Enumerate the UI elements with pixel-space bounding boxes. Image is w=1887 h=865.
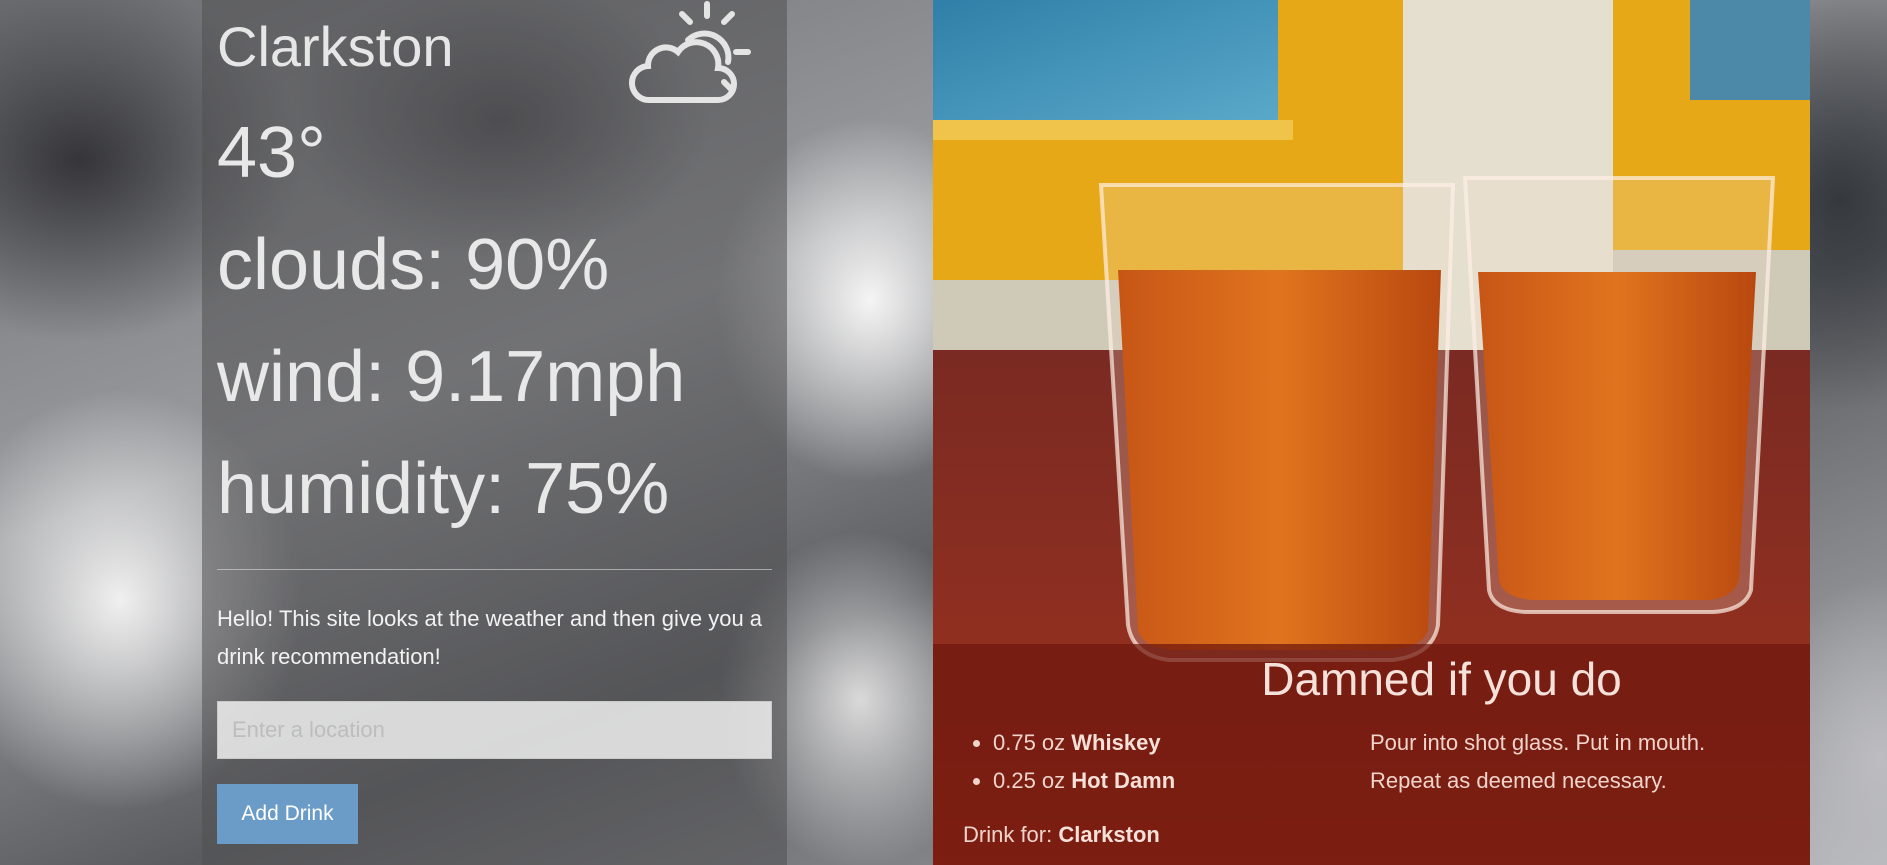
drink-title: Damned if you do (1261, 653, 1622, 705)
drink-for: Drink for: Clarkston (963, 822, 1160, 848)
list-item: 0.25 oz Hot Damn (993, 762, 1175, 800)
add-drink-button[interactable]: Add Drink (217, 784, 358, 844)
ingredients-list: 0.75 oz Whiskey 0.25 oz Hot Damn (967, 724, 1175, 800)
drink-info-overlay: Damned if you do 0.75 oz Whiskey 0.25 oz… (933, 644, 1810, 865)
ingredient-amount: 0.25 oz (993, 768, 1066, 793)
drink-for-city: Clarkston (1058, 822, 1160, 847)
ingredient-name: Hot Damn (1071, 768, 1176, 793)
divider (217, 569, 772, 570)
ingredient-name: Whiskey (1071, 730, 1161, 755)
drink-instructions: Pour into shot glass. Put in mouth. Repe… (1370, 730, 1706, 793)
partly-cloudy-day-icon (629, 1, 751, 104)
list-item: 0.75 oz Whiskey (993, 724, 1175, 762)
temperature-value: 43° (217, 113, 326, 193)
clouds-value: clouds: 90% (217, 225, 610, 305)
city-name: Clarkston (217, 15, 454, 78)
humidity-value: humidity: 75% (217, 449, 670, 529)
drink-card: Damned if you do 0.75 oz Whiskey 0.25 oz… (933, 0, 1810, 865)
drink-for-label: Drink for: (963, 822, 1053, 847)
wind-value: wind: 9.17mph (217, 337, 686, 417)
intro-text: Hello! This site looks at the weather an… (217, 606, 763, 669)
weather-panel: Clarkston 43° clouds: 90% wind: 9.17mph … (202, 0, 787, 865)
location-input[interactable] (217, 701, 772, 759)
ingredient-amount: 0.75 oz (993, 730, 1066, 755)
